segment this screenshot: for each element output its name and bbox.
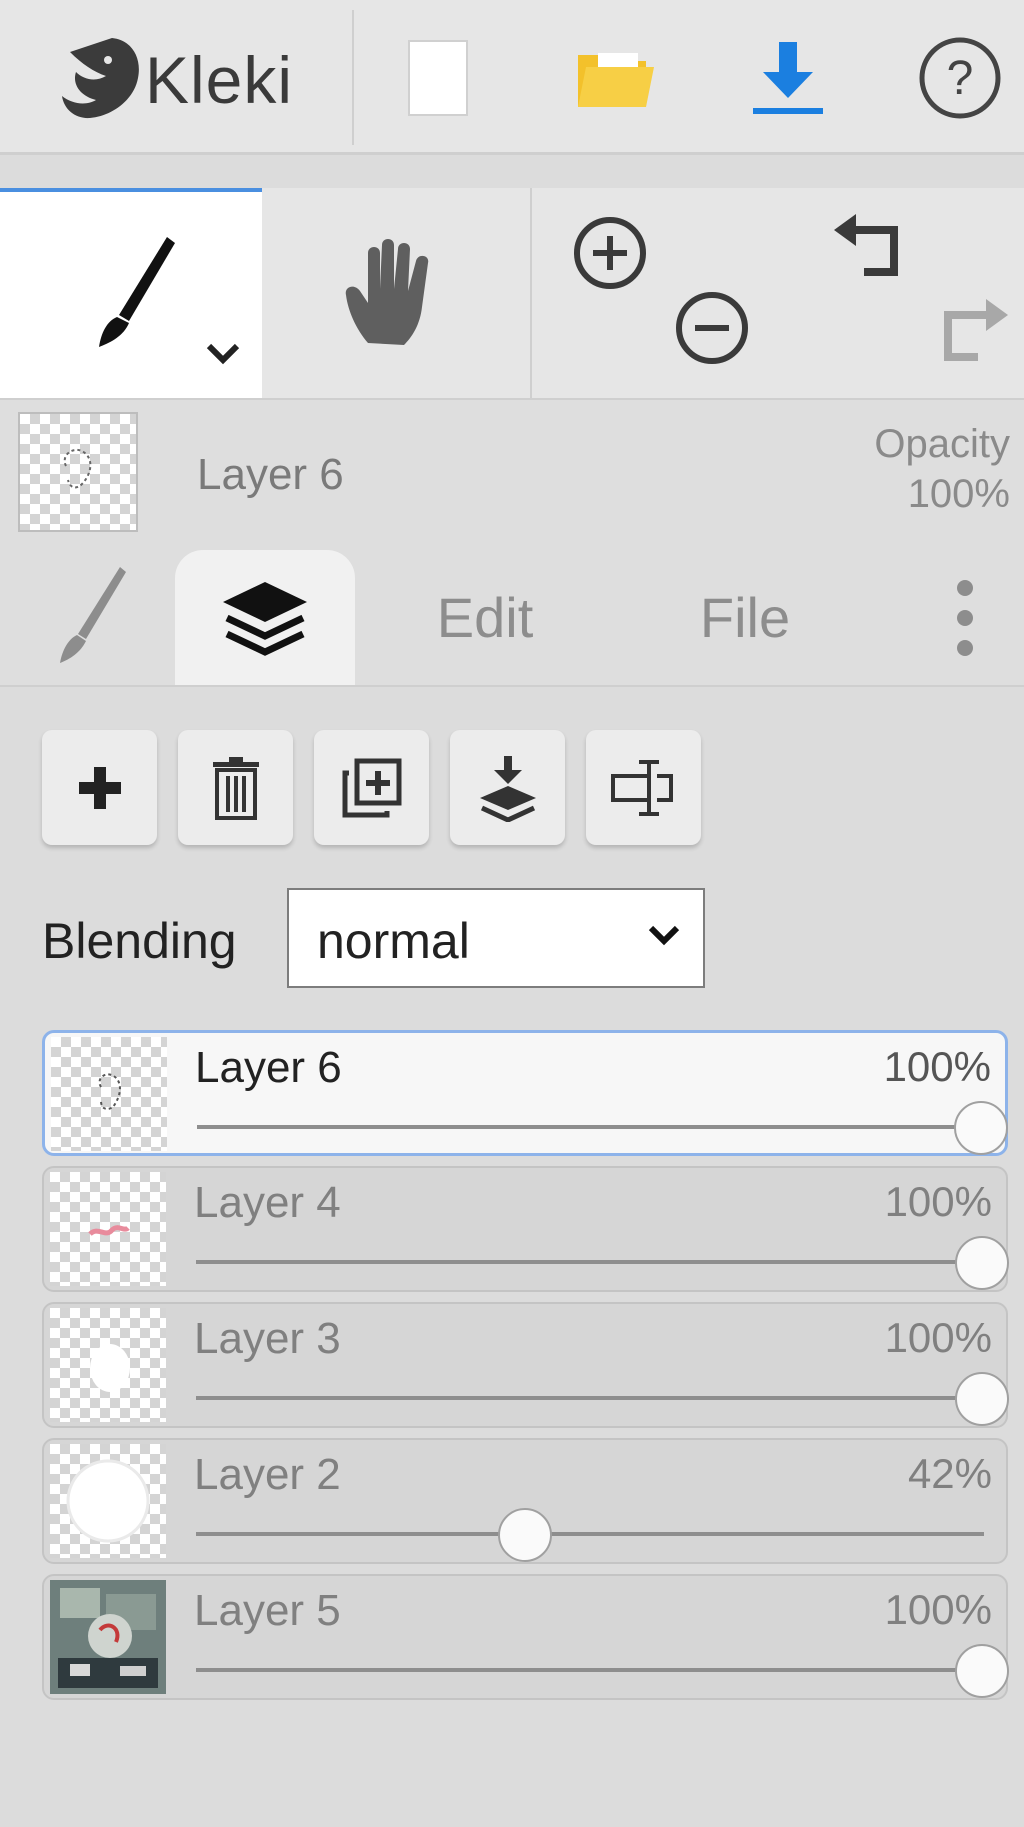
layer-thumbnail <box>50 1580 166 1694</box>
trash-icon <box>212 756 259 820</box>
hand-tool-button[interactable] <box>262 188 524 398</box>
brush-tool-button[interactable] <box>0 188 262 398</box>
blending-label: Blending <box>42 913 237 969</box>
brush-icon <box>60 566 126 663</box>
layer-opacity-value: 100% <box>884 1314 992 1361</box>
duplicate-icon <box>342 758 401 817</box>
zoom-out-button[interactable] <box>662 283 762 373</box>
sketch-icon <box>98 1073 121 1110</box>
zoom-in-button[interactable] <box>560 208 660 298</box>
undo-icon <box>834 214 898 276</box>
more-menu-button[interactable] <box>930 550 1000 685</box>
layer-row-layer-2[interactable]: Layer 2 42% <box>42 1438 1008 1564</box>
merge-down-icon <box>479 755 536 822</box>
more-vertical-icon <box>957 579 973 656</box>
brush-icon <box>99 237 175 347</box>
add-layer-button[interactable] <box>42 730 157 845</box>
plus-icon <box>78 766 121 809</box>
divider <box>352 10 354 145</box>
layer-thumbnail <box>50 1444 166 1558</box>
redo-button[interactable] <box>920 288 1024 378</box>
delete-layer-button[interactable] <box>178 730 293 845</box>
current-layer-header: Layer 6 Opacity 100% <box>0 400 1024 550</box>
layer-row-layer-3[interactable]: Layer 3 100% <box>42 1302 1009 1428</box>
divider <box>530 188 532 398</box>
download-button[interactable] <box>728 20 848 135</box>
open-file-button[interactable] <box>556 20 676 135</box>
app-name: Kleki <box>145 43 294 117</box>
rename-icon <box>610 759 673 816</box>
opacity-slider-track[interactable] <box>196 1396 984 1400</box>
tab-layers[interactable] <box>175 550 355 685</box>
open-folder-icon <box>578 52 654 107</box>
tool-row <box>0 188 1024 400</box>
layer-opacity-value: 100% <box>884 1178 992 1225</box>
chevron-down-icon[interactable] <box>205 342 241 366</box>
layer-opacity-value: 42% <box>907 1450 992 1497</box>
new-document-icon <box>408 39 468 116</box>
current-layer-name: Layer 6 <box>197 450 344 499</box>
opacity-slider-track[interactable] <box>196 1260 984 1264</box>
help-button[interactable]: ? <box>900 20 1020 135</box>
opacity-slider-track[interactable] <box>196 1668 984 1672</box>
hand-icon <box>345 239 429 345</box>
photo-icon <box>50 1580 166 1694</box>
chevron-down-icon <box>648 925 680 946</box>
shape-icon <box>90 1344 130 1392</box>
blending-value: normal <box>317 913 470 969</box>
merge-down-button[interactable] <box>450 730 565 845</box>
mark-icon <box>88 1225 130 1237</box>
opacity-slider-handle[interactable] <box>955 1236 1009 1290</box>
layer-thumbnail <box>50 1308 166 1422</box>
opacity-label: Opacity <box>874 422 1010 466</box>
download-icon <box>753 41 823 114</box>
opacity-slider-track[interactable] <box>197 1125 983 1129</box>
layer-thumbnail <box>51 1037 167 1151</box>
opacity-slider-handle[interactable] <box>954 1101 1008 1155</box>
layer-name: Layer 5 <box>194 1586 341 1635</box>
help-icon: ? <box>919 37 1001 118</box>
current-layer-thumbnail <box>18 412 138 532</box>
layer-name: Layer 3 <box>194 1314 341 1363</box>
tab-file[interactable]: File <box>640 550 850 685</box>
layers-icon <box>223 581 307 656</box>
duplicate-layer-button[interactable] <box>314 730 429 845</box>
layer-name: Layer 4 <box>194 1178 341 1227</box>
zoom-in-icon <box>574 217 646 289</box>
redo-icon <box>944 299 1008 361</box>
layer-name: Layer 6 <box>195 1043 342 1092</box>
opacity-slider-handle[interactable] <box>955 1644 1009 1698</box>
rename-layer-button[interactable] <box>586 730 701 845</box>
layer-row-layer-6[interactable]: Layer 6 100% <box>42 1030 1008 1156</box>
top-bar: Kleki ? <box>0 0 1024 155</box>
blending-select[interactable]: normal <box>287 888 705 988</box>
kleki-logo-icon <box>62 38 139 119</box>
opacity-slider-track[interactable] <box>196 1532 984 1536</box>
layer-opacity-value: 100% <box>883 1043 991 1090</box>
zoom-out-icon <box>676 292 748 364</box>
help-glyph: ? <box>947 52 974 105</box>
circle-icon <box>66 1459 150 1543</box>
opacity-slider-handle[interactable] <box>955 1372 1009 1426</box>
layer-opacity-value: 100% <box>884 1586 992 1633</box>
opacity-value: 100% <box>907 472 1010 516</box>
layer-row-layer-4[interactable]: Layer 4 100% <box>42 1166 1009 1292</box>
opacity-slider-handle[interactable] <box>497 1508 552 1562</box>
layer-thumbnail <box>50 1172 166 1286</box>
tab-edit[interactable]: Edit <box>390 550 580 685</box>
new-document-button[interactable] <box>378 20 498 135</box>
tab-brush[interactable] <box>30 550 150 685</box>
layer-name: Layer 2 <box>194 1450 341 1499</box>
sketch-icon <box>63 448 92 489</box>
panel-tabs: Edit File <box>0 550 1024 687</box>
undo-button[interactable] <box>820 203 920 293</box>
layer-row-layer-5[interactable]: Layer 5 100% <box>42 1574 1009 1700</box>
